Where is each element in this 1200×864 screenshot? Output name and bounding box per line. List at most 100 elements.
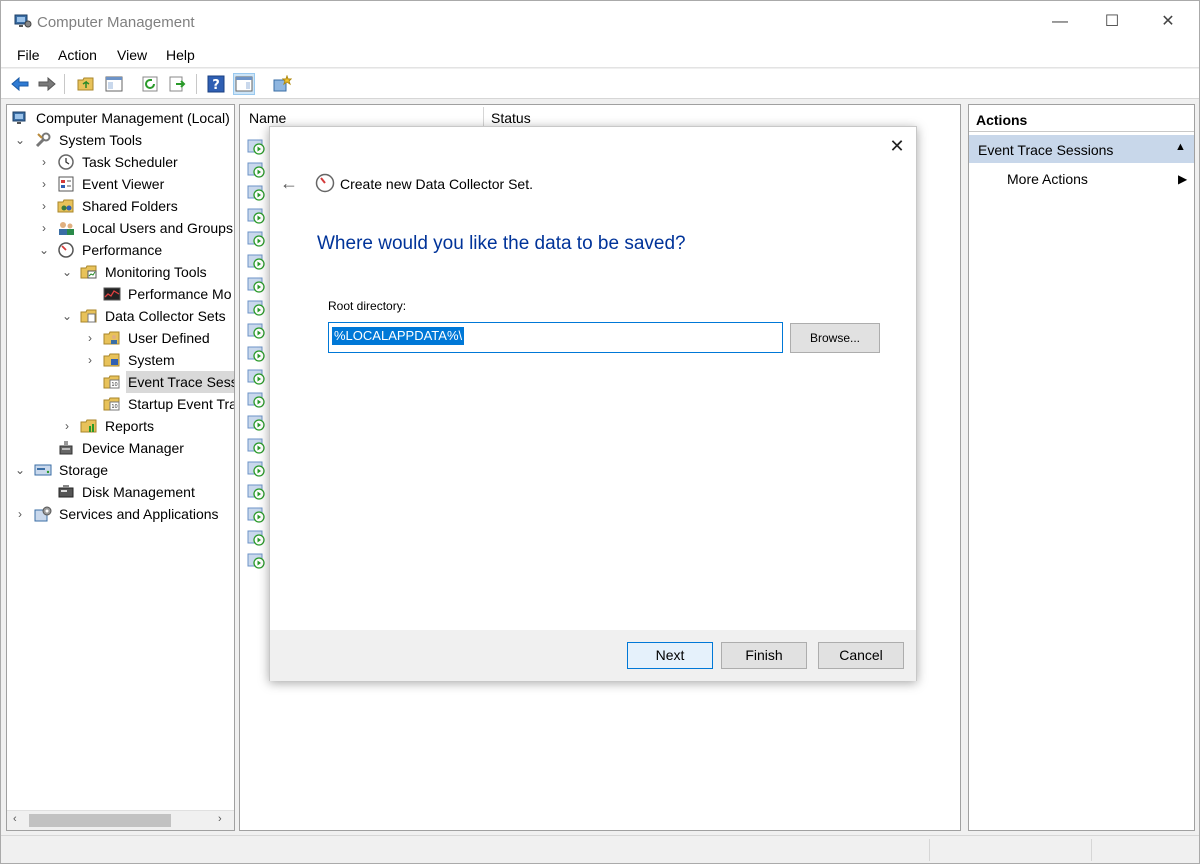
submenu-arrow-icon: ▶ bbox=[1178, 172, 1188, 186]
close-button[interactable]: ✕ bbox=[1145, 9, 1191, 35]
chevron-right-icon[interactable]: › bbox=[84, 349, 96, 371]
user-folder-icon bbox=[103, 331, 120, 345]
actions-header: Actions bbox=[969, 105, 1194, 132]
trace-folder-icon: 10 bbox=[103, 375, 120, 389]
finish-button[interactable]: Finish bbox=[721, 642, 807, 669]
tree-item-label: Event Viewer bbox=[82, 176, 165, 192]
column-divider[interactable] bbox=[483, 107, 484, 127]
actions-pane: Actions Event Trace Sessions ▲ More Acti… bbox=[968, 104, 1195, 831]
root-directory-label: Root directory: bbox=[328, 299, 407, 313]
trace-session-icon[interactable] bbox=[247, 161, 267, 178]
forward-arrow-icon[interactable] bbox=[36, 73, 58, 95]
chevron-right-icon[interactable]: › bbox=[38, 173, 50, 195]
new-data-collector-set-icon[interactable] bbox=[271, 73, 293, 95]
more-actions-item[interactable]: More Actions bbox=[1007, 171, 1088, 187]
trace-session-icon[interactable] bbox=[247, 368, 267, 385]
collapse-up-icon[interactable]: ▲ bbox=[1175, 141, 1186, 153]
trace-session-icon[interactable] bbox=[247, 322, 267, 339]
trace-session-icon[interactable] bbox=[247, 299, 267, 316]
trace-session-icon[interactable] bbox=[247, 437, 267, 454]
tree-item-device-manager[interactable]: Device Manager bbox=[7, 437, 234, 459]
tree-item-reports[interactable]: › Reports bbox=[7, 415, 234, 437]
chevron-down-icon[interactable]: ⌄ bbox=[14, 459, 26, 481]
tree-item-event-trace-sessions[interactable]: 10 Event Trace Sessi bbox=[7, 371, 234, 393]
tree-item-computer-management[interactable]: Computer Management (Local) bbox=[7, 107, 234, 129]
trace-session-icon[interactable] bbox=[247, 506, 267, 523]
export-list-icon[interactable] bbox=[167, 73, 189, 95]
cancel-button[interactable]: Cancel bbox=[818, 642, 904, 669]
tree-item-label: Services and Applications bbox=[59, 506, 219, 522]
back-arrow-icon[interactable] bbox=[9, 73, 31, 95]
trace-session-icon[interactable] bbox=[247, 230, 267, 247]
performance-gauge-icon bbox=[315, 173, 335, 193]
trace-session-icon[interactable] bbox=[247, 207, 267, 224]
trace-session-icon[interactable] bbox=[247, 483, 267, 500]
tree-item-performance-monitor[interactable]: Performance Mo bbox=[7, 283, 234, 305]
tree-item-label: Performance bbox=[82, 242, 163, 258]
scroll-left-icon[interactable]: ‹ bbox=[13, 813, 17, 825]
chevron-right-icon[interactable]: › bbox=[84, 327, 96, 349]
chevron-right-icon[interactable]: › bbox=[38, 151, 50, 173]
help-icon[interactable]: ? bbox=[205, 73, 227, 95]
tree-item-monitoring-tools[interactable]: ⌄ Monitoring Tools bbox=[7, 261, 234, 283]
chevron-right-icon[interactable]: › bbox=[61, 415, 73, 437]
trace-session-icon[interactable] bbox=[247, 460, 267, 477]
trace-session-icon[interactable] bbox=[247, 276, 267, 293]
menu-view[interactable]: View bbox=[117, 47, 147, 63]
tree-item-services-applications[interactable]: › Services and Applications bbox=[7, 503, 234, 525]
show-hide-tree-icon[interactable] bbox=[103, 73, 125, 95]
tree-item-disk-management[interactable]: Disk Management bbox=[7, 481, 234, 503]
trace-session-icon[interactable] bbox=[247, 253, 267, 270]
menu-help[interactable]: Help bbox=[166, 47, 195, 63]
tree-item-performance[interactable]: ⌄ Performance bbox=[7, 239, 234, 261]
trace-folder-icon: 10 bbox=[103, 397, 120, 411]
trace-session-icon[interactable] bbox=[247, 391, 267, 408]
status-bar bbox=[1, 835, 1199, 863]
chevron-right-icon[interactable]: › bbox=[38, 195, 50, 217]
chevron-right-icon[interactable]: › bbox=[38, 217, 50, 239]
tree-item-startup-event-trace[interactable]: 10 Startup Event Tra bbox=[7, 393, 234, 415]
show-action-pane-icon[interactable] bbox=[233, 73, 255, 95]
back-arrow-icon[interactable]: ← bbox=[278, 172, 300, 194]
tree-item-shared-folders[interactable]: › Shared Folders bbox=[7, 195, 234, 217]
tree-item-task-scheduler[interactable]: › Task Scheduler bbox=[7, 151, 234, 173]
refresh-icon[interactable] bbox=[140, 73, 162, 95]
chevron-down-icon[interactable]: ⌄ bbox=[61, 305, 73, 327]
browse-button[interactable]: Browse... bbox=[790, 323, 880, 353]
chevron-down-icon[interactable]: ⌄ bbox=[61, 261, 73, 283]
tree-item-system-tools[interactable]: ⌄ System Tools bbox=[7, 129, 234, 151]
users-icon bbox=[59, 222, 74, 235]
dialog-close-button[interactable]: ✕ bbox=[884, 135, 910, 157]
trace-session-icon[interactable] bbox=[247, 552, 267, 569]
minimize-button[interactable]: — bbox=[1037, 9, 1083, 35]
actions-section-event-trace-sessions[interactable]: Event Trace Sessions ▲ bbox=[969, 135, 1194, 163]
root-directory-input[interactable]: %LOCALAPPDATA%\ bbox=[328, 322, 783, 353]
next-button[interactable]: Next bbox=[627, 642, 713, 669]
tree-item-data-collector-sets[interactable]: ⌄ Data Collector Sets bbox=[7, 305, 234, 327]
scrollbar-thumb[interactable] bbox=[29, 814, 171, 827]
menu-file[interactable]: File bbox=[17, 47, 40, 63]
tree-item-system[interactable]: › System bbox=[7, 349, 234, 371]
tree-item-event-viewer[interactable]: › Event Viewer bbox=[7, 173, 234, 195]
trace-session-icon[interactable] bbox=[247, 138, 267, 155]
chevron-right-icon[interactable]: › bbox=[14, 503, 26, 525]
tree-item-user-defined[interactable]: › User Defined bbox=[7, 327, 234, 349]
tree-item-storage[interactable]: ⌄ Storage bbox=[7, 459, 234, 481]
trace-session-icon[interactable] bbox=[247, 414, 267, 431]
chevron-down-icon[interactable]: ⌄ bbox=[38, 239, 50, 261]
tree-horizontal-scrollbar[interactable]: ‹ › bbox=[7, 810, 234, 830]
event-viewer-icon bbox=[58, 176, 74, 192]
trace-session-icon[interactable] bbox=[247, 345, 267, 362]
tree-item-local-users-groups[interactable]: › Local Users and Groups bbox=[7, 217, 234, 239]
clock-icon bbox=[58, 154, 74, 170]
chevron-down-icon[interactable]: ⌄ bbox=[14, 129, 26, 151]
trace-session-icon[interactable] bbox=[247, 529, 267, 546]
up-folder-icon[interactable] bbox=[75, 73, 97, 95]
shared-folder-icon bbox=[57, 199, 74, 213]
maximize-button[interactable]: ☐ bbox=[1089, 9, 1135, 35]
menu-action[interactable]: Action bbox=[58, 47, 97, 63]
scroll-right-icon[interactable]: › bbox=[218, 813, 222, 825]
trace-session-icon[interactable] bbox=[247, 184, 267, 201]
device-manager-icon bbox=[59, 441, 73, 455]
actions-title: Actions bbox=[976, 112, 1028, 128]
